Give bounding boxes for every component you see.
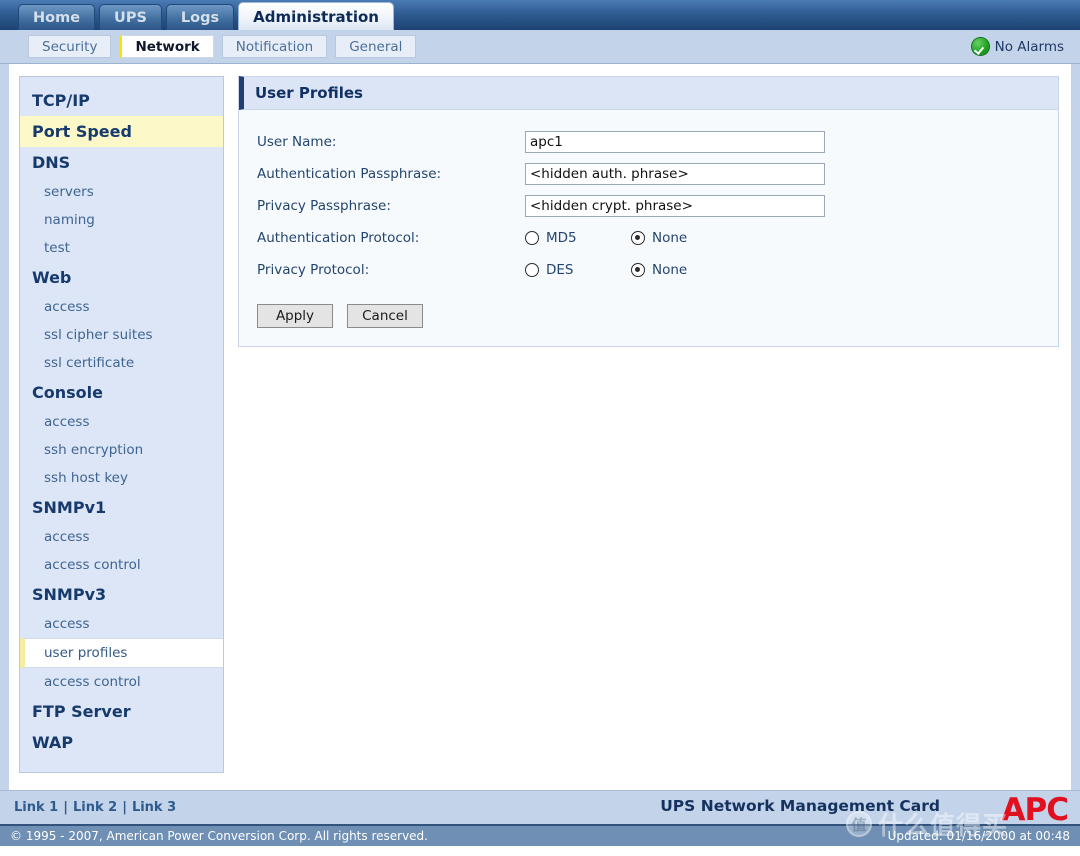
privacy-protocol-label: Privacy Protocol: (257, 262, 370, 278)
auth-protocol-radio-group: MD5 None (525, 230, 687, 246)
green-check-icon (971, 38, 989, 55)
app-page: Home UPS Logs Administration Security Ne… (0, 0, 1080, 856)
privacy-protocol-des-label: DES (546, 262, 574, 278)
sidebar-item-port-speed[interactable]: Port Speed (20, 116, 223, 147)
sidebar-item-access[interactable]: access (20, 408, 223, 436)
privacy-passphrase-input[interactable] (525, 195, 825, 217)
form-actions: Apply Cancel (257, 304, 1058, 328)
product-name: UPS Network Management Card (660, 797, 940, 815)
alarm-status-label: No Alarms (994, 38, 1064, 55)
copyright-text: © 1995 - 2007, American Power Conversion… (10, 829, 428, 843)
subtab-security[interactable]: Security (28, 35, 112, 58)
content-area: TCP/IP Port Speed DNS servers naming test Web a… (0, 64, 1080, 790)
sidebar-item-access[interactable]: access (20, 293, 223, 321)
sidebar-item-snmpv1[interactable]: SNMPv1 (20, 492, 223, 523)
sidebar-item-ftp-server[interactable]: FTP Server (20, 696, 223, 727)
subtab-general[interactable]: General (335, 35, 417, 58)
radio-icon[interactable] (631, 263, 645, 277)
privacy-protocol-radio-group: DES None (525, 262, 687, 278)
footer-separator: | (122, 800, 127, 815)
field-row-privacy-protocol: Privacy Protocol: DES None (257, 254, 1058, 286)
footer-copyright-bar: © 1995 - 2007, American Power Conversion… (0, 824, 1080, 846)
auth-protocol-none-label: None (652, 230, 688, 246)
sidebar-item-ssl-cipher-suites[interactable]: ssl cipher suites (20, 321, 223, 349)
field-row-auth-protocol: Authentication Protocol: MD5 None (257, 222, 1058, 254)
sidebar-item-naming[interactable]: naming (20, 206, 223, 234)
user-profiles-panel: User Profiles User Name: Authentication … (238, 76, 1059, 347)
status-badge: No Alarms (971, 38, 1064, 55)
sidebar-item-wap[interactable]: WAP (20, 727, 223, 758)
panel-title: User Profiles (239, 76, 1058, 110)
radio-icon[interactable] (525, 263, 539, 277)
footer-link-3[interactable]: Link 3 (132, 800, 176, 815)
sidebar-nav: TCP/IP Port Speed DNS servers naming test Web a… (19, 76, 224, 773)
auth-passphrase-input[interactable] (525, 163, 825, 185)
updated-timestamp: Updated: 01/16/2000 at 00:48 (887, 829, 1070, 843)
auth-protocol-md5-label: MD5 (546, 230, 577, 246)
panel-body: User Name: Authentication Passphrase: Pr… (239, 110, 1058, 346)
sidebar-item-ssh-host-key[interactable]: ssh host key (20, 464, 223, 492)
tab-home[interactable]: Home (18, 4, 96, 30)
footer-link-2[interactable]: Link 2 (73, 800, 117, 815)
auth-protocol-option-none[interactable]: None (631, 230, 687, 246)
auth-passphrase-label: Authentication Passphrase: (257, 166, 442, 182)
footer-link-1[interactable]: Link 1 (14, 800, 58, 815)
field-row-auth-passphrase: Authentication Passphrase: (257, 158, 1058, 190)
cancel-button[interactable]: Cancel (347, 304, 423, 328)
privacy-protocol-option-des[interactable]: DES (525, 262, 631, 278)
sidebar-item-servers[interactable]: servers (20, 178, 223, 206)
apply-button[interactable]: Apply (257, 304, 333, 328)
auth-protocol-label: Authentication Protocol: (257, 230, 420, 246)
sidebar-item-web[interactable]: Web (20, 262, 223, 293)
primary-tab-bar: Home UPS Logs Administration (0, 0, 1080, 30)
radio-icon[interactable] (525, 231, 539, 245)
user-name-label: User Name: (257, 134, 337, 150)
sidebar-item-tcp-ip[interactable]: TCP/IP (20, 85, 223, 116)
sidebar-item-access-control[interactable]: access control (20, 551, 223, 579)
field-row-privacy-passphrase: Privacy Passphrase: (257, 190, 1058, 222)
sidebar-item-test[interactable]: test (20, 234, 223, 262)
sidebar-item-snmpv3[interactable]: SNMPv3 (20, 579, 223, 610)
sidebar-item-access-control[interactable]: access control (20, 668, 223, 696)
sidebar-item-ssl-certificate[interactable]: ssl certificate (20, 349, 223, 377)
sidebar-item-user-profiles[interactable]: user profiles (20, 638, 223, 668)
sidebar-item-access[interactable]: access (20, 610, 223, 638)
sidebar-item-ssh-encryption[interactable]: ssh encryption (20, 436, 223, 464)
radio-icon[interactable] (631, 231, 645, 245)
field-row-user-name: User Name: (257, 126, 1058, 158)
auth-protocol-option-md5[interactable]: MD5 (525, 230, 631, 246)
privacy-protocol-none-label: None (652, 262, 688, 278)
secondary-tab-bar: Security Network Notification General No… (0, 30, 1080, 64)
main-content: User Profiles User Name: Authentication … (238, 76, 1059, 347)
tab-ups[interactable]: UPS (99, 4, 162, 30)
tab-logs[interactable]: Logs (165, 4, 235, 30)
privacy-passphrase-label: Privacy Passphrase: (257, 198, 391, 214)
apc-logo: APC (1001, 792, 1069, 828)
subtab-notification[interactable]: Notification (221, 35, 328, 58)
subtab-network[interactable]: Network (119, 35, 214, 58)
footer-separator: | (63, 800, 68, 815)
privacy-protocol-option-none[interactable]: None (631, 262, 687, 278)
footer-link-bar: Link 1 | Link 2 | Link 3 UPS Network Man… (0, 790, 1080, 828)
sidebar-item-access[interactable]: access (20, 523, 223, 551)
sidebar-item-console[interactable]: Console (20, 377, 223, 408)
sidebar-item-dns[interactable]: DNS (20, 147, 223, 178)
user-name-input[interactable] (525, 131, 825, 153)
tab-administration[interactable]: Administration (238, 2, 394, 30)
